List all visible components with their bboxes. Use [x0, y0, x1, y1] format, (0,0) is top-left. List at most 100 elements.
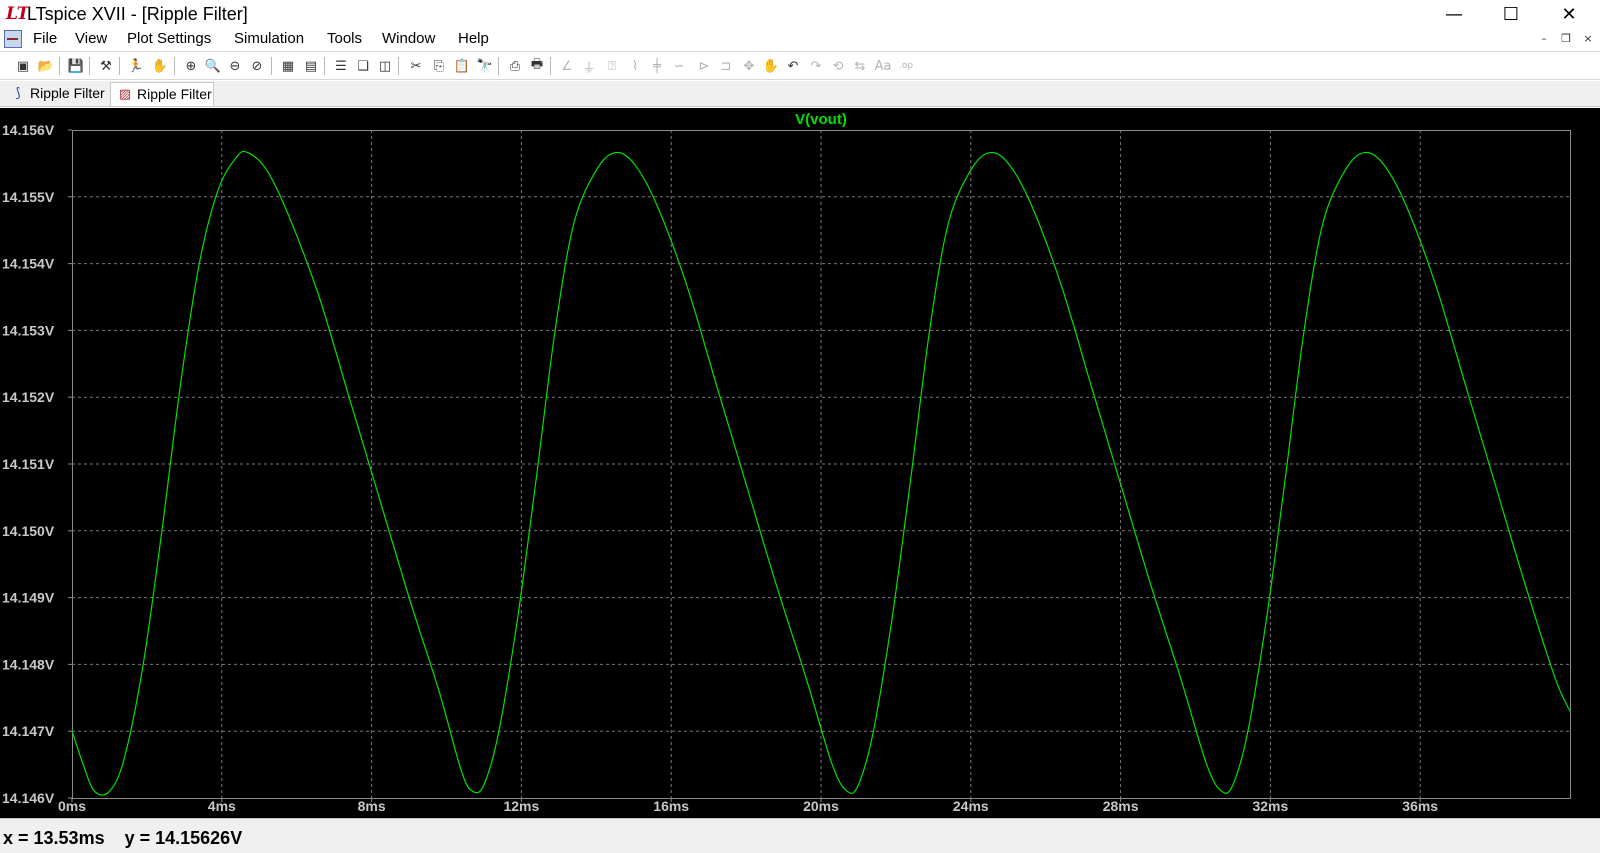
window-title: LTspice XVII - [Ripple Filter] [27, 4, 248, 24]
open-icon[interactable]: 📂 [37, 57, 55, 75]
tab-schematic-ripple-filter[interactable]: ⟆ Ripple Filter [4, 82, 108, 106]
draw-wire-icon[interactable]: ∠ [558, 57, 576, 75]
spice-directive-icon[interactable]: .op [897, 57, 915, 75]
tile-horizontal-icon[interactable]: ☰ [332, 57, 350, 75]
menu-tools[interactable]: Tools [327, 30, 362, 48]
mdi-minimize-button[interactable]: – [1536, 31, 1552, 47]
x-tick-label: 16ms [653, 798, 689, 814]
label-net-icon[interactable]: ⍰ [603, 57, 621, 75]
save-icon[interactable]: 💾 [67, 57, 85, 75]
toolbar-separator [59, 57, 60, 75]
copy-icon[interactable]: ⎘ [430, 57, 448, 75]
print-icon[interactable]: ⎙ [506, 57, 524, 75]
mdi-close-button[interactable]: × [1580, 31, 1596, 47]
toolbar: ▣ 📂 💾 ⚒ 🏃 ✋ ⊕ 🔍 ⊖ ⊘ ▦ ▤ ☰ ❏ ◫ ✂ ⎘ 📋 🔭 ⎙ 🖶 ∠ ⏚ ⍰ ⌇ ╪ ∽ ⊳ ⊐ ✥ ✋ ↶ ↷ ⟲ ⇆ Aa .op [0, 51, 1600, 80]
undo-icon[interactable]: ↶ [784, 57, 802, 75]
x-tick-label: 28ms [1103, 798, 1139, 814]
inductor-icon[interactable]: ∽ [670, 57, 688, 75]
zoom-area-icon[interactable]: 🔍 [204, 57, 222, 75]
menu-file[interactable]: File [33, 30, 57, 48]
y-tick-label: 14.153V [2, 322, 55, 338]
drag-icon[interactable]: ✋ [762, 57, 780, 75]
find-icon[interactable]: 🔭 [476, 57, 494, 75]
cascade-icon[interactable]: ❏ [354, 57, 372, 75]
y-tick-label: 14.156V [2, 122, 55, 138]
menu-help[interactable]: Help [458, 30, 489, 48]
status-bar: x = 13.53ms y = 14.15626V [0, 818, 1600, 853]
y-tick-label: 14.150V [2, 523, 55, 539]
toolbar-separator [271, 57, 272, 75]
x-tick-label: 4ms [208, 798, 236, 814]
maximize-button[interactable]: ☐ [1488, 0, 1534, 28]
mirror-icon[interactable]: ⇆ [851, 57, 869, 75]
trace-label[interactable]: V(vout) [795, 111, 847, 128]
document-menu-icon[interactable] [4, 30, 22, 48]
cut-icon[interactable]: ✂ [407, 57, 425, 75]
y-tick-label: 14.155V [2, 189, 55, 205]
capacitor-icon[interactable]: ╪ [648, 57, 666, 75]
y-axis-ticks: 14.146V 14.147V 14.148V 14.149V 14.150V 14.15… [2, 122, 72, 806]
menu-view[interactable]: View [75, 30, 107, 48]
zoom-out-icon[interactable]: ⊖ [226, 57, 244, 75]
x-tick-label: 36ms [1402, 798, 1438, 814]
y-tick-label: 14.154V [2, 256, 55, 272]
plot-grid [72, 130, 1570, 798]
zoom-in-icon[interactable]: ⊕ [182, 57, 200, 75]
rotate-icon[interactable]: ⟲ [829, 57, 847, 75]
tab-bar: ⟆ Ripple Filter ▨ Ripple Filter [0, 81, 1600, 107]
diode-icon[interactable]: ⊳ [695, 57, 713, 75]
y-tick-label: 14.147V [2, 723, 55, 739]
waveform-plot[interactable]: V(vout) 14.146V14.147V14.148V14.149V14.1… [0, 108, 1600, 818]
toolbar-separator [89, 57, 90, 75]
x-tick-label: 8ms [358, 798, 386, 814]
move-icon[interactable]: ✥ [740, 57, 758, 75]
paste-icon[interactable]: 📋 [453, 57, 471, 75]
toolbar-separator [550, 57, 551, 75]
tile-vertical-icon[interactable]: ◫ [376, 57, 394, 75]
ground-icon[interactable]: ⏚ [580, 57, 598, 76]
run-icon[interactable]: 🏃 [127, 57, 145, 75]
y-tick-label: 14.149V [2, 590, 55, 606]
waveform-tab-icon: ▨ [118, 87, 132, 102]
toolbar-separator [498, 57, 499, 75]
zoom-cancel-icon[interactable]: ⊘ [248, 57, 266, 75]
resistor-icon[interactable]: ⌇ [626, 57, 644, 75]
y-tick-label: 14.152V [2, 389, 55, 405]
fft-icon[interactable]: ▤ [302, 57, 320, 75]
redo-icon[interactable]: ↷ [807, 57, 825, 75]
mdi-restore-button[interactable]: ❐ [1558, 31, 1574, 47]
schematic-tab-icon: ⟆ [15, 86, 21, 101]
print-setup-icon[interactable]: 🖶 [528, 57, 546, 75]
title-bar: LT LTspice XVII - [Ripple Filter] — ☐ ✕ [0, 0, 1600, 28]
ltspice-logo-icon: LT [6, 4, 30, 24]
control-panel-icon[interactable]: ⚒ [97, 57, 115, 75]
x-tick-label: 20ms [803, 798, 839, 814]
autorange-icon[interactable]: ▦ [279, 57, 297, 75]
tab-label: Ripple Filter [30, 85, 105, 101]
new-schematic-icon[interactable]: ▣ [14, 57, 32, 75]
tab-waveform-ripple-filter[interactable]: ▨ Ripple Filter [110, 82, 214, 106]
menu-bar: File View Plot Settings Simulation Tools… [0, 28, 1600, 50]
component-icon[interactable]: ⊐ [717, 57, 735, 75]
y-tick-label: 14.146V [2, 790, 55, 806]
menu-window[interactable]: Window [382, 30, 435, 48]
cursor-readout: x = 13.53ms y = 14.15626V [3, 828, 243, 848]
x-tick-label: 0ms [58, 798, 86, 814]
menu-simulation[interactable]: Simulation [234, 30, 304, 48]
x-tick-label: 24ms [953, 798, 989, 814]
toolbar-separator [398, 57, 399, 75]
toolbar-separator [324, 57, 325, 75]
close-button[interactable]: ✕ [1546, 0, 1592, 28]
x-tick-label: 32ms [1252, 798, 1288, 814]
pan-icon[interactable]: ✋ [151, 57, 169, 75]
y-tick-label: 14.148V [2, 656, 55, 672]
y-tick-label: 14.151V [2, 456, 55, 472]
menu-plot-settings[interactable]: Plot Settings [127, 30, 211, 48]
minimize-button[interactable]: — [1431, 0, 1477, 28]
x-axis-ticks: 0ms 4ms 8ms 12ms 16ms 20ms 24ms 28ms 32ms 36ms [58, 798, 1438, 814]
tab-label: Ripple Filter [137, 86, 212, 102]
x-tick-label: 12ms [503, 798, 539, 814]
text-icon[interactable]: Aa [874, 57, 892, 75]
toolbar-separator [119, 57, 120, 75]
waveform-plot-pane[interactable]: V(vout) 14.146V 14.147V 14.148V 14.149V 14.1… [0, 108, 1600, 818]
